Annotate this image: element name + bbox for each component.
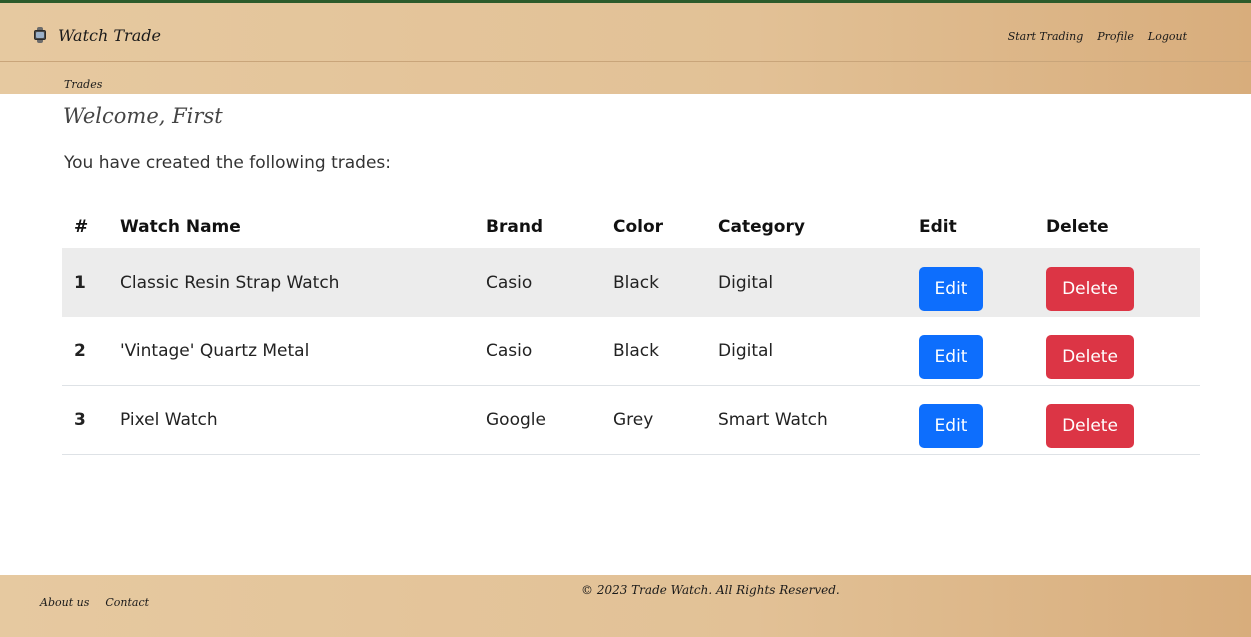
- welcome-heading: Welcome, First: [63, 104, 223, 128]
- delete-cell: Delete: [1046, 335, 1200, 379]
- profile-link[interactable]: Profile: [1097, 30, 1134, 43]
- row-color: Grey: [613, 410, 654, 430]
- table-row: 2 'Vintage' Quartz Metal Casio Black Dig…: [62, 317, 1200, 386]
- header-number: #: [74, 217, 89, 237]
- about-us-link[interactable]: About us: [40, 596, 89, 609]
- row-brand: Casio: [486, 341, 533, 361]
- header-category: Category: [718, 217, 805, 237]
- row-number: 1: [74, 272, 86, 293]
- row-brand: Casio: [486, 272, 533, 293]
- edit-button[interactable]: Edit: [919, 266, 983, 311]
- edit-cell: Edit: [919, 404, 1046, 448]
- delete-cell: Delete: [1046, 404, 1200, 448]
- delete-button[interactable]: Delete: [1046, 266, 1134, 311]
- header-brand: Brand: [486, 217, 544, 237]
- row-watch-name: 'Vintage' Quartz Metal: [120, 341, 310, 361]
- header-watch-name: Watch Name: [120, 217, 241, 237]
- delete-button[interactable]: Delete: [1046, 404, 1134, 448]
- sub-navbar: Trades: [64, 73, 102, 92]
- contact-link[interactable]: Contact: [105, 596, 149, 609]
- row-number: 3: [74, 410, 86, 430]
- row-number: 2: [74, 341, 86, 361]
- navbar-divider: [0, 61, 1251, 62]
- delete-button[interactable]: Delete: [1046, 335, 1134, 379]
- delete-cell: Delete: [1046, 266, 1200, 311]
- brand-name: Watch Trade: [58, 25, 161, 45]
- trades-table: # Watch Name Brand Color Category Edit D…: [62, 206, 1200, 455]
- copyright-text: © 2023 Trade Watch. All Rights Reserved.: [581, 583, 840, 597]
- edit-cell: Edit: [919, 266, 1046, 311]
- table-row: 3 Pixel Watch Google Grey Smart Watch Ed…: [62, 386, 1200, 455]
- start-trading-link[interactable]: Start Trading: [1008, 30, 1084, 43]
- top-nav-links: Start Trading Profile Logout: [1008, 30, 1187, 43]
- edit-button[interactable]: Edit: [919, 404, 983, 448]
- logout-link[interactable]: Logout: [1148, 30, 1187, 43]
- row-category: Digital: [718, 272, 774, 293]
- table-row: 1 Classic Resin Strap Watch Casio Black …: [62, 248, 1200, 317]
- navbar-brand[interactable]: Watch Trade: [34, 25, 161, 45]
- row-category: Smart Watch: [718, 410, 828, 430]
- edit-cell: Edit: [919, 335, 1046, 379]
- intro-text: You have created the following trades:: [64, 153, 392, 173]
- trades-link[interactable]: Trades: [64, 78, 102, 91]
- table-header: # Watch Name Brand Color Category Edit D…: [62, 206, 1200, 248]
- footer-links: About us Contact: [40, 596, 149, 609]
- row-color: Black: [613, 272, 659, 293]
- header-edit: Edit: [919, 217, 957, 237]
- row-brand: Google: [486, 410, 546, 430]
- watch-icon: [34, 27, 46, 43]
- row-watch-name: Pixel Watch: [120, 410, 218, 430]
- edit-button[interactable]: Edit: [919, 335, 983, 379]
- header-color: Color: [613, 217, 664, 237]
- page-footer: About us Contact © 2023 Trade Watch. All…: [0, 575, 1251, 637]
- row-watch-name: Classic Resin Strap Watch: [120, 272, 340, 293]
- top-navbar: Watch Trade Start Trading Profile Logout…: [0, 0, 1251, 94]
- header-delete: Delete: [1046, 217, 1109, 237]
- row-color: Black: [613, 341, 659, 361]
- row-category: Digital: [718, 341, 774, 361]
